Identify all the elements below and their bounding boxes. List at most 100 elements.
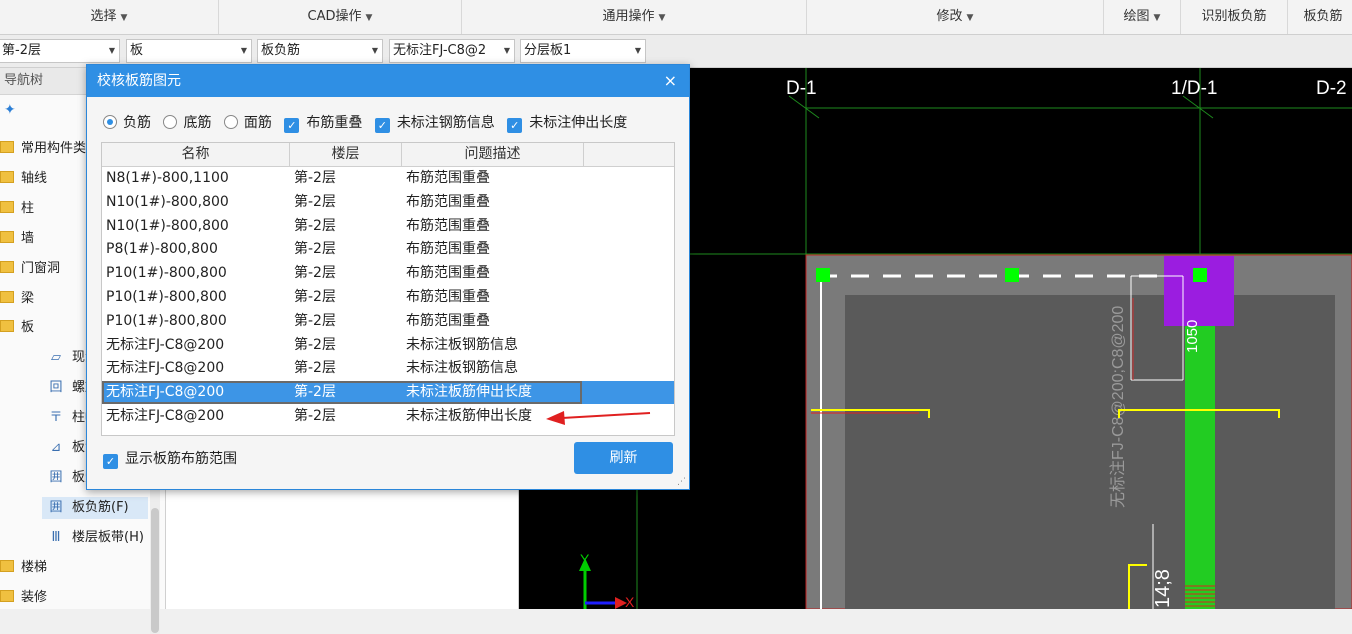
close-icon[interactable]: × [664, 65, 677, 97]
table-row[interactable]: N10(1#)-800,800 第-2层 布筋范围重叠 [102, 215, 674, 238]
menu-identify-neg-rebar[interactable]: 识别板负筋 [1181, 0, 1288, 34]
show-range-checkbox[interactable]: ✓ 显示板筋布筋范围 [103, 449, 237, 469]
radio-label: 负筋 [123, 115, 151, 131]
cell-issue: 未标注板钢筋信息 [406, 360, 518, 376]
component-icon: 〒 [49, 410, 63, 425]
menu-cad-ops[interactable]: CAD操作 ▼ [219, 0, 462, 34]
menu-modify-label: 修改 [936, 9, 963, 24]
nav-item[interactable]: 轴线 [0, 168, 47, 190]
chevron-down-icon: ▼ [108, 46, 115, 55]
cell-issue: 布筋范围重叠 [406, 289, 490, 305]
nav-item[interactable]: 板 [0, 317, 34, 339]
nav-item[interactable]: 楼梯 [0, 557, 47, 579]
radio-top[interactable]: 面筋 [223, 115, 280, 131]
nav-scrollbar-thumb[interactable] [151, 508, 159, 633]
cell-floor: 第-2层 [294, 194, 336, 210]
dialog-titlebar[interactable]: 校核板筋图元 × [87, 65, 689, 97]
nav-item-label: 轴线 [21, 171, 48, 186]
col-header-issue[interactable]: 问题描述 [402, 143, 584, 166]
check-missing-info[interactable]: ✓ 未标注钢筋信息 [374, 115, 503, 133]
table-row[interactable]: 无标注FJ-C8@200 第-2层 未标注板筋伸出长度 [102, 381, 674, 404]
axis-label-1d1: 1/D-1 [1171, 78, 1217, 99]
radio-label: 底筋 [183, 115, 212, 131]
nav-item[interactable]: 囲板负筋(F) [42, 497, 148, 519]
menu-draw[interactable]: 绘图 ▼ [1104, 0, 1181, 34]
cell-name: N10(1#)-800,800 [106, 194, 229, 210]
cell-floor: 第-2层 [294, 170, 336, 186]
check-label: 未标注钢筋信息 [396, 115, 495, 131]
show-range-label: 显示板筋布筋范围 [125, 451, 237, 467]
nav-item[interactable]: 墙 [0, 228, 34, 250]
table-row[interactable]: P10(1#)-800,800 第-2层 布筋范围重叠 [102, 310, 674, 333]
cell-name: P10(1#)-800,800 [106, 313, 227, 329]
menu-neg-rebar[interactable]: 板负筋 [1288, 0, 1352, 34]
table-row[interactable]: 无标注FJ-C8@200 第-2层 未标注板筋伸出长度 [102, 405, 674, 428]
cell-issue: 布筋范围重叠 [406, 241, 490, 257]
radio-negative[interactable]: 负筋 [103, 115, 159, 131]
nav-item[interactable]: 常用构件类 [0, 138, 86, 160]
component-icon: 回 [49, 380, 63, 395]
table-row[interactable]: P8(1#)-800,800 第-2层 布筋范围重叠 [102, 238, 674, 261]
floor-select[interactable]: 第-2层 ▼ [0, 39, 120, 63]
folder-icon [0, 261, 14, 273]
filter-options: 负筋 底筋 面筋 ✓ 布筋重叠 ✓ 未标注钢筋信息 ✓ 未标注伸出长度 [103, 113, 635, 133]
type-select-value: 板负筋 [261, 43, 301, 58]
nav-item[interactable]: 装修 [0, 587, 47, 609]
cell-floor: 第-2层 [294, 408, 336, 424]
folder-icon [0, 171, 14, 183]
refresh-button[interactable]: 刷新 [574, 442, 673, 474]
dialog-title: 校核板筋图元 [97, 73, 181, 89]
cell-floor: 第-2层 [294, 360, 336, 376]
component-icon: 囲 [49, 470, 63, 485]
table-row[interactable]: N10(1#)-800,800 第-2层 布筋范围重叠 [102, 191, 674, 214]
folder-icon [0, 560, 14, 572]
axis-x-label: X [625, 594, 635, 609]
resize-grip-icon[interactable]: ⋰ [677, 477, 686, 487]
chevron-down-icon: ▼ [365, 13, 373, 23]
element-select[interactable]: 无标注FJ-C8@2 ▼ [389, 39, 515, 63]
axis-label-d2: D-2 [1316, 78, 1347, 99]
menu-common-ops[interactable]: 通用操作 ▼ [462, 0, 807, 34]
table-row[interactable]: 无标注FJ-C8@200 第-2层 未标注板钢筋信息 [102, 357, 674, 380]
layer-select-value: 分层板1 [524, 43, 572, 58]
cell-issue: 未标注板筋伸出长度 [406, 408, 532, 424]
nav-item[interactable]: Ⅲ 楼层板带(H) [48, 527, 144, 549]
chevron-down-icon: ▼ [503, 46, 510, 55]
table-row[interactable]: 无标注FJ-C8@200 第-2层 未标注板钢筋信息 [102, 334, 674, 357]
menu-select-label: 选择 [90, 9, 117, 24]
cell-issue: 未标注板钢筋信息 [406, 337, 518, 353]
layer-select[interactable]: 分层板1 ▼ [520, 39, 646, 63]
table-row[interactable]: N8(1#)-800,1100 第-2层 布筋范围重叠 [102, 167, 674, 190]
col-header-name[interactable]: 名称 [102, 143, 290, 166]
nav-item[interactable]: 柱 [0, 198, 34, 220]
chevron-down-icon: ▼ [634, 46, 641, 55]
type-select[interactable]: 板负筋 ▼ [257, 39, 383, 63]
checkmark-icon: ✓ [284, 118, 300, 133]
cell-floor: 第-2层 [294, 265, 336, 281]
radio-bottom[interactable]: 底筋 [163, 115, 219, 131]
table-row[interactable]: P10(1#)-800,800 第-2层 布筋范围重叠 [102, 262, 674, 285]
check-rebar-dialog: 校核板筋图元 × 负筋 底筋 面筋 ✓ 布筋重叠 ✓ 未标注钢筋信息 ✓ 未标注伸出长… [86, 64, 690, 490]
col-header-floor[interactable]: 楼层 [290, 143, 402, 166]
table-row[interactable]: P10(1#)-800,800 第-2层 布筋范围重叠 [102, 286, 674, 309]
category-select-value: 板 [130, 43, 144, 58]
menu-select[interactable]: 选择 ▼ [0, 0, 219, 34]
category-select[interactable]: 板 ▼ [126, 39, 252, 63]
chevron-down-icon: ▼ [120, 13, 128, 23]
chevron-down-icon: ▼ [371, 46, 378, 55]
menu-draw-label: 绘图 [1123, 9, 1150, 24]
cell-name: 无标注FJ-C8@200 [106, 360, 225, 376]
nav-item[interactable]: 门窗洞 [0, 258, 60, 280]
check-missing-length[interactable]: ✓ 未标注伸出长度 [507, 115, 635, 133]
check-overlap[interactable]: ✓ 布筋重叠 [284, 115, 370, 133]
menu-modify[interactable]: 修改 ▼ [807, 0, 1104, 34]
cell-name: 无标注FJ-C8@200 [106, 337, 225, 353]
checkmark-icon: ✓ [374, 118, 390, 133]
check-label: 布筋重叠 [306, 115, 363, 131]
rebar-annotation: 无标注FJ-C8@200;C8@200 [1109, 306, 1127, 508]
nav-item[interactable]: 梁 [0, 288, 34, 310]
add-icon[interactable]: ✦ [4, 102, 16, 118]
cell-floor: 第-2层 [294, 289, 336, 305]
nav-item-label: 梁 [21, 291, 35, 306]
table-header: 名称 楼层 问题描述 [102, 143, 674, 167]
